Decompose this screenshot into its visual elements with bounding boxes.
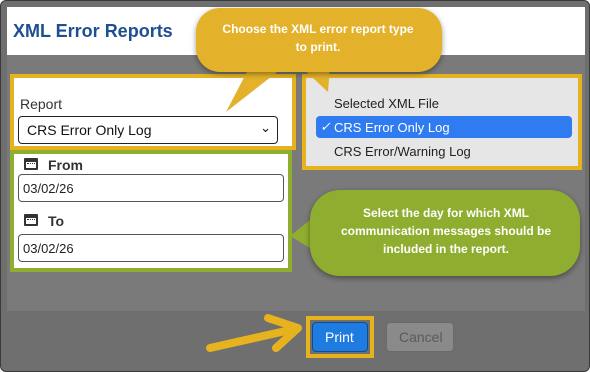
callout-report-type: Choose the XML error report type to prin… (196, 8, 442, 72)
callout-report-type-text: Choose the XML error report type to prin… (222, 22, 414, 54)
callout-day-select: Select the day for which XML communicati… (310, 190, 580, 276)
callout-day-select-text: Select the day for which XML communicati… (340, 206, 552, 256)
